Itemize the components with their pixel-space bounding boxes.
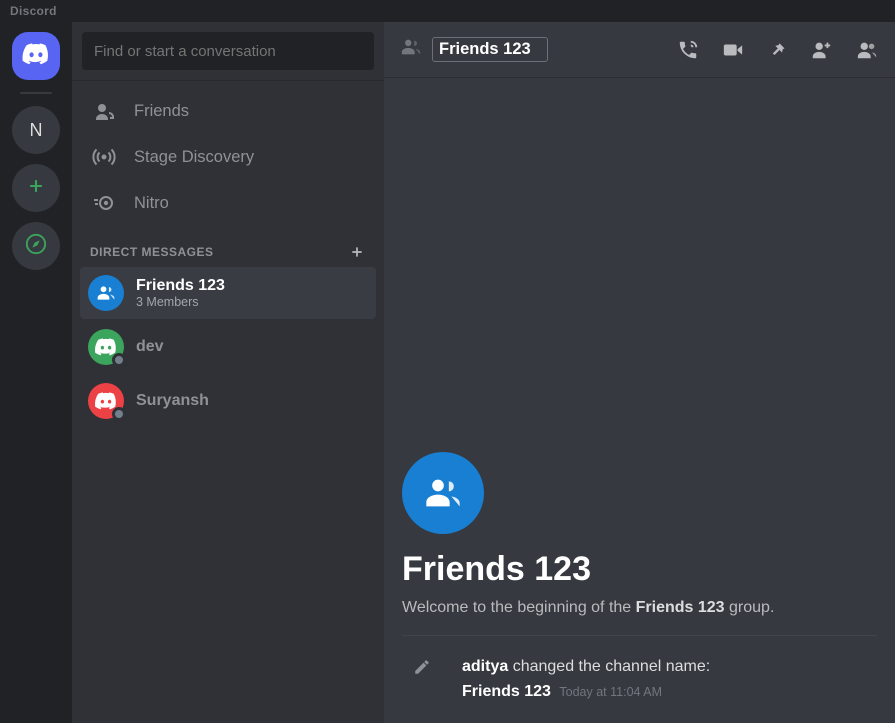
welcome-title: Friends 123 <box>402 550 877 589</box>
start-voice-call-button[interactable] <box>677 39 699 61</box>
server-rail: N <box>0 22 72 723</box>
group-at-icon <box>400 36 422 63</box>
divider <box>402 635 877 636</box>
dm-subtitle: 3 Members <box>136 295 225 310</box>
system-timestamp: Today at 11:04 AM <box>559 685 662 699</box>
start-video-call-button[interactable] <box>721 39 745 61</box>
add-friends-to-dm-button[interactable] <box>809 39 833 61</box>
server-item[interactable]: N <box>12 106 60 154</box>
dm-sidebar: Friends Stage Discovery Nitro DIRECT MES… <box>72 22 384 723</box>
nav-label: Nitro <box>134 194 169 213</box>
stage-icon <box>92 145 116 169</box>
add-server-button[interactable] <box>12 164 60 212</box>
dm-name: Friends 123 <box>136 276 225 295</box>
discord-logo-icon <box>22 43 50 70</box>
system-actor: aditya <box>462 658 508 675</box>
chat-area: Friends 123 Welcome to the beginning of … <box>384 22 895 723</box>
server-initial: N <box>30 120 43 141</box>
titlebar: Discord <box>0 0 895 22</box>
status-offline-icon <box>112 353 126 367</box>
home-button[interactable] <box>12 32 60 80</box>
create-dm-button[interactable] <box>348 243 366 261</box>
group-avatar <box>88 275 124 311</box>
user-avatar <box>88 329 124 365</box>
user-avatar <box>88 383 124 419</box>
rail-separator <box>20 92 52 94</box>
dm-item-user[interactable]: Suryansh <box>80 375 376 427</box>
dm-name: Suryansh <box>136 391 209 410</box>
member-list-button[interactable] <box>855 39 879 61</box>
plus-icon <box>26 176 46 201</box>
status-offline-icon <box>112 407 126 421</box>
welcome-subtitle: Welcome to the beginning of the Friends … <box>402 599 877 617</box>
friends-icon <box>92 99 116 123</box>
channel-name-input[interactable] <box>432 37 548 62</box>
dm-name: dev <box>136 337 164 356</box>
dm-section-heading: DIRECT MESSAGES <box>90 245 214 259</box>
pencil-icon <box>402 654 442 676</box>
dm-item-group[interactable]: Friends 123 3 Members <box>80 267 376 319</box>
system-message: aditya changed the channel name: Friends… <box>402 654 877 705</box>
app-name: Discord <box>10 4 57 18</box>
nav-nitro[interactable]: Nitro <box>80 181 376 225</box>
compass-icon <box>25 233 47 260</box>
system-action: changed the channel name: <box>508 658 710 675</box>
nav-stage-discovery[interactable]: Stage Discovery <box>80 135 376 179</box>
welcome-group-avatar <box>402 452 484 534</box>
chat-header <box>384 22 895 78</box>
nav-friends[interactable]: Friends <box>80 89 376 133</box>
explore-servers-button[interactable] <box>12 222 60 270</box>
nitro-icon <box>92 191 116 215</box>
system-new-name: Friends 123 <box>462 683 551 700</box>
dm-item-user[interactable]: dev <box>80 321 376 373</box>
nav-label: Stage Discovery <box>134 148 254 167</box>
pinned-messages-button[interactable] <box>767 40 787 60</box>
nav-label: Friends <box>134 102 189 121</box>
conversation-search-input[interactable] <box>82 32 374 70</box>
